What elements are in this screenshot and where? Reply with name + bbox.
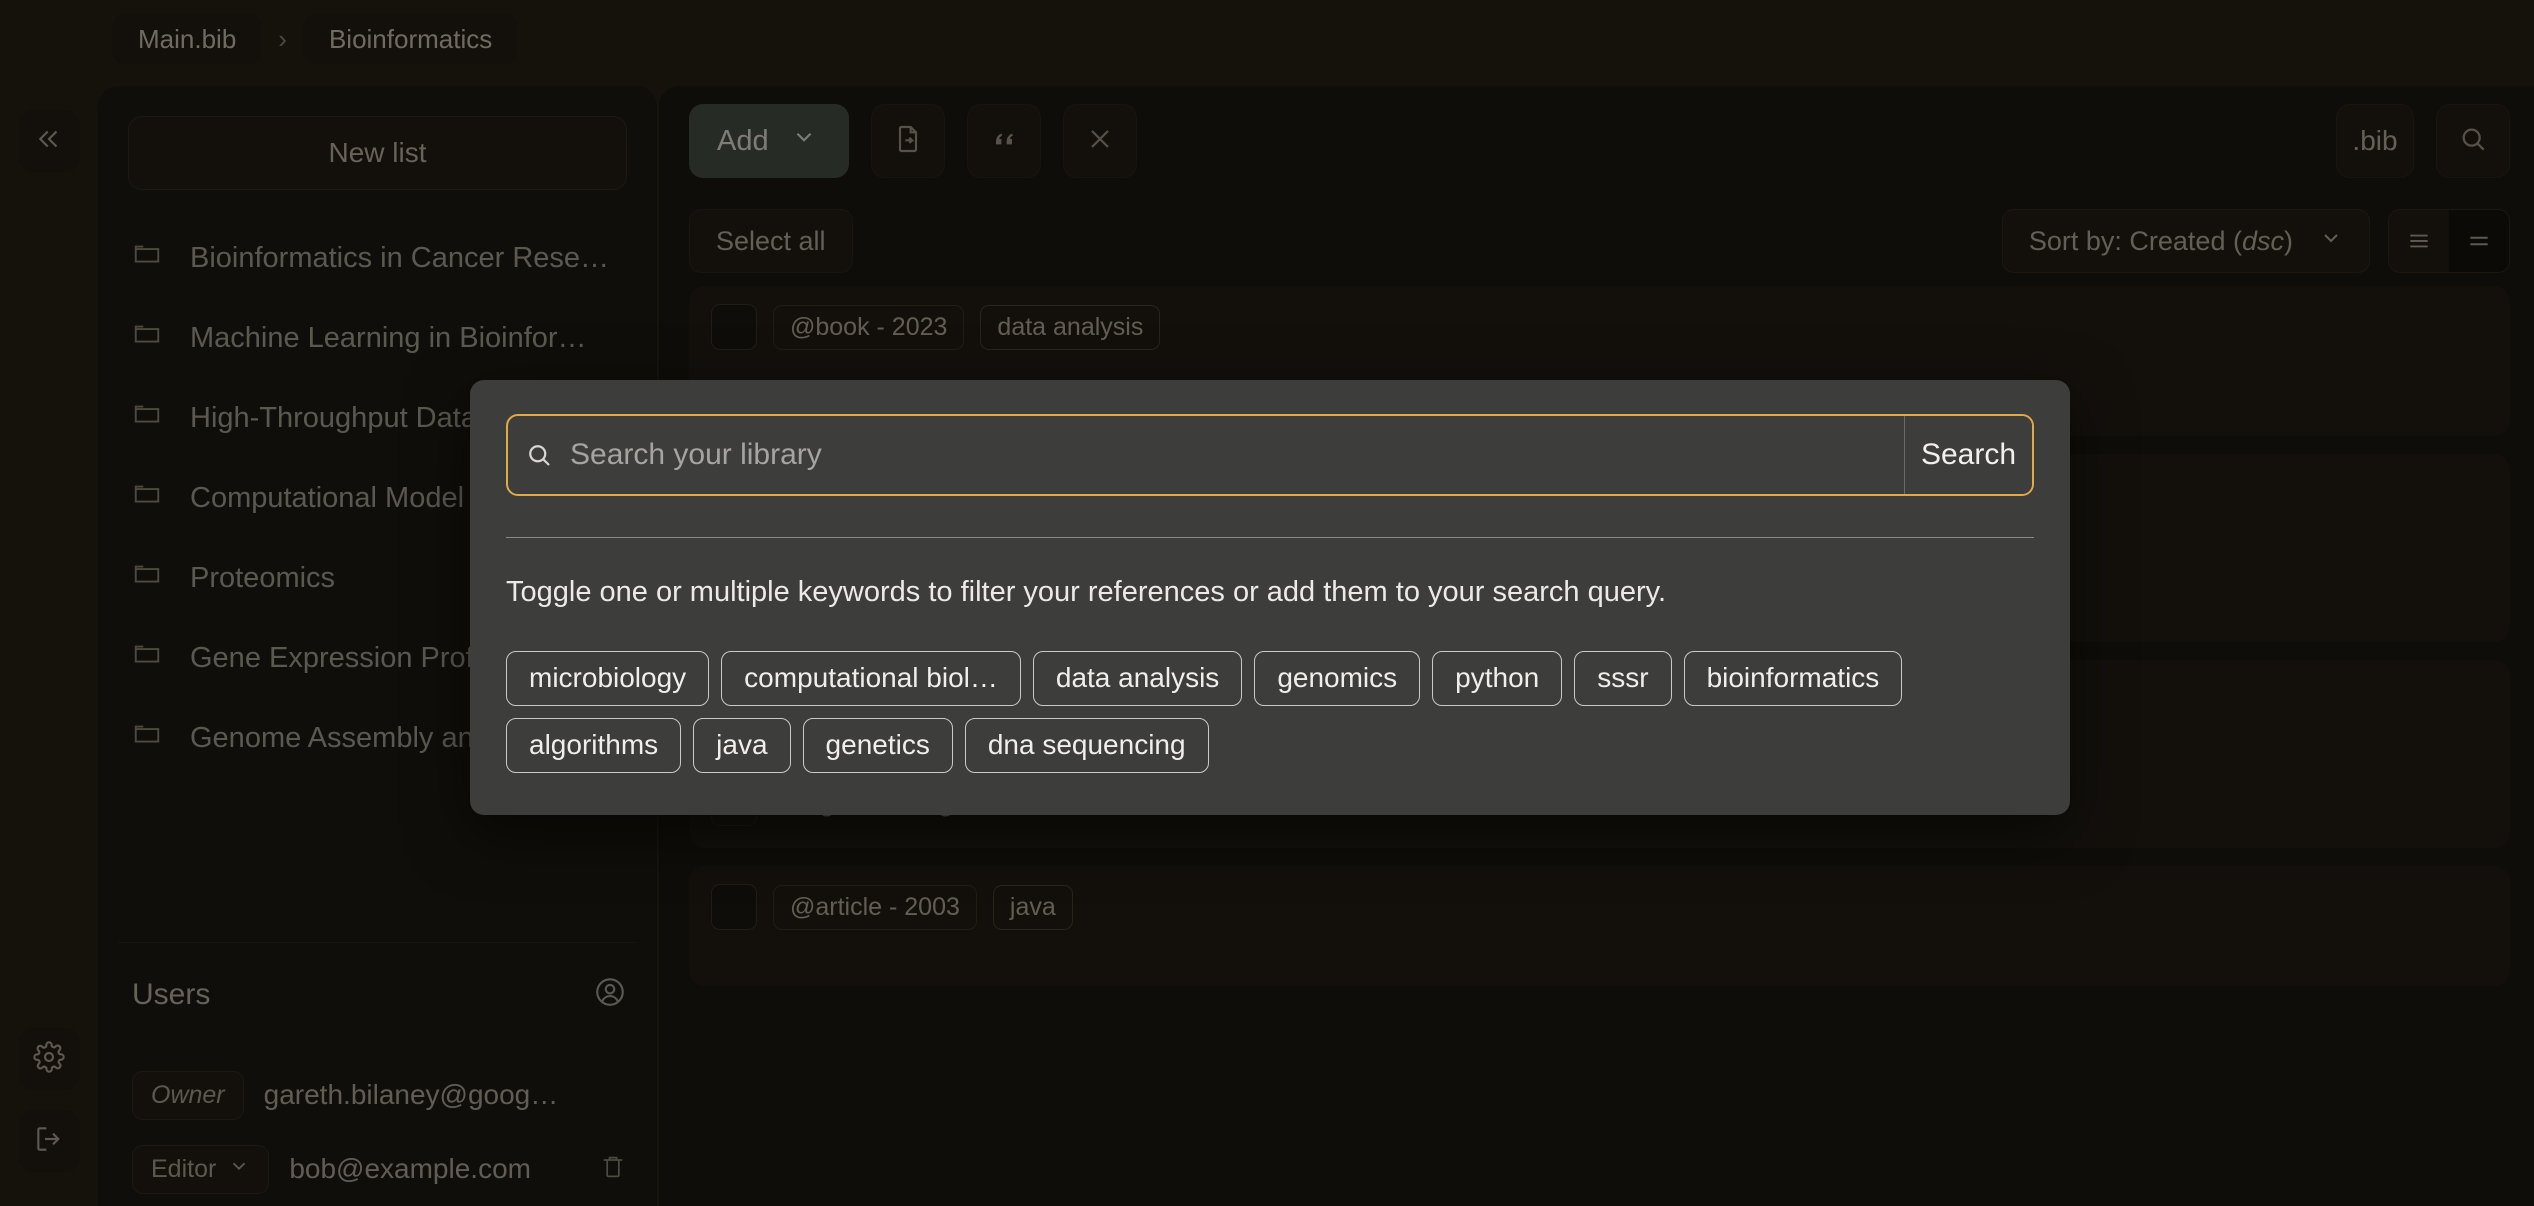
main-toolbar: Add bbox=[659, 86, 2534, 196]
close-icon bbox=[1084, 123, 1116, 160]
user-email: bob@example.com bbox=[289, 1153, 579, 1185]
search-library-modal: Search Toggle one or multiple keywords t… bbox=[470, 380, 2070, 815]
reference-keyword-tag[interactable]: java bbox=[993, 885, 1073, 930]
keyword-chip-list: microbiology computational biol… data an… bbox=[506, 651, 2034, 773]
reference-keyword-tag[interactable]: data analysis bbox=[980, 305, 1160, 350]
user-row: Owner gareth.bilaney@goog… bbox=[132, 1058, 627, 1132]
keyword-chip-algorithms[interactable]: algorithms bbox=[506, 718, 681, 773]
sidebar-item-label: High-Throughput Data bbox=[190, 402, 477, 435]
search-bar: Search bbox=[506, 414, 2034, 496]
file-export-icon bbox=[892, 123, 924, 160]
quote-icon bbox=[988, 123, 1020, 160]
sidebar-item-bioinformatics-in-cancer-research[interactable]: Bioinformatics in Cancer Rese… bbox=[98, 218, 657, 298]
chevron-down-icon bbox=[2319, 226, 2343, 257]
folder-icon bbox=[132, 639, 162, 677]
keyword-chip-dna-sequencing[interactable]: dna sequencing bbox=[965, 718, 1209, 773]
reference-meta-row: @article - 2003 java bbox=[711, 884, 2488, 930]
keyword-chip-bioinformatics[interactable]: bioinformatics bbox=[1684, 651, 1903, 706]
sidebar-item-machine-learning-in-bioinformatics[interactable]: Machine Learning in Bioinfor… bbox=[98, 298, 657, 378]
new-list-button[interactable]: New list bbox=[128, 116, 627, 190]
sidebar-item-label: Machine Learning in Bioinfor… bbox=[190, 322, 587, 355]
logout-icon bbox=[33, 1123, 65, 1160]
chevron-down-icon bbox=[228, 1155, 250, 1184]
keyword-chip-microbiology[interactable]: microbiology bbox=[506, 651, 709, 706]
user-email: gareth.bilaney@goog… bbox=[264, 1079, 627, 1111]
breadcrumb: Main.bib › Bioinformatics bbox=[112, 8, 518, 70]
keyword-chip-sssr[interactable]: sssr bbox=[1574, 651, 1671, 706]
add-button-label: Add bbox=[717, 125, 769, 158]
chevron-right-icon: › bbox=[276, 24, 289, 55]
sidebar-item-label: Gene Expression Prof bbox=[190, 642, 474, 675]
role-label: Editor bbox=[151, 1155, 216, 1184]
folder-icon bbox=[132, 719, 162, 757]
users-section: Users Owner gareth.bilaney@goog… bbox=[98, 943, 657, 1206]
view-mode-toggle bbox=[2388, 209, 2510, 273]
app-root: Main.bib › Bioinformatics bbox=[0, 0, 2534, 1206]
add-button[interactable]: Add bbox=[689, 104, 849, 178]
chevron-down-icon bbox=[791, 124, 817, 158]
folder-icon bbox=[132, 559, 162, 597]
export-button[interactable] bbox=[871, 104, 945, 178]
users-header: Users bbox=[132, 975, 627, 1014]
role-select-editor[interactable]: Editor bbox=[132, 1145, 269, 1194]
reference-meta-row: @book - 2023 data analysis bbox=[711, 304, 2488, 350]
role-label: Owner bbox=[151, 1081, 225, 1110]
reference-checkbox[interactable] bbox=[711, 304, 757, 350]
logout-button[interactable] bbox=[18, 1110, 80, 1172]
keyword-chip-data-analysis[interactable]: data analysis bbox=[1033, 651, 1242, 706]
role-badge-owner: Owner bbox=[132, 1071, 244, 1120]
breadcrumb-item-main-bib[interactable]: Main.bib bbox=[112, 14, 262, 64]
keyword-chip-computational-biology[interactable]: computational biol… bbox=[721, 651, 1021, 706]
folder-icon bbox=[132, 319, 162, 357]
settings-button[interactable] bbox=[18, 1028, 80, 1090]
close-button[interactable] bbox=[1063, 104, 1137, 178]
sidebar-item-label: Genome Assembly an bbox=[190, 722, 474, 755]
search-icon bbox=[2457, 123, 2489, 160]
add-user-icon[interactable] bbox=[593, 975, 627, 1014]
reference-checkbox[interactable] bbox=[711, 884, 757, 930]
bib-export-button[interactable]: .bib bbox=[2336, 104, 2414, 178]
chevrons-left-icon bbox=[34, 124, 64, 159]
modal-divider bbox=[506, 537, 2034, 538]
folder-icon bbox=[132, 399, 162, 437]
view-mode-compact-button[interactable] bbox=[2449, 210, 2509, 272]
collapse-sidebar-button[interactable] bbox=[18, 110, 80, 172]
keyword-chip-genetics[interactable]: genetics bbox=[803, 718, 953, 773]
search-input[interactable] bbox=[570, 416, 1904, 494]
select-all-button[interactable]: Select all bbox=[689, 209, 853, 273]
search-icon bbox=[508, 416, 570, 494]
users-title: Users bbox=[132, 978, 210, 1012]
list-controls-bar: Select all Sort by: Created (dsc) bbox=[659, 196, 2534, 286]
keyword-chip-java[interactable]: java bbox=[693, 718, 790, 773]
breadcrumb-item-bioinformatics[interactable]: Bioinformatics bbox=[303, 14, 518, 64]
cite-button[interactable] bbox=[967, 104, 1041, 178]
keyword-chip-genomics[interactable]: genomics bbox=[1254, 651, 1420, 706]
sort-by-select[interactable]: Sort by: Created (dsc) bbox=[2002, 209, 2370, 273]
table-row[interactable]: @article - 2003 java bbox=[689, 866, 2510, 986]
sidebar-item-label: Bioinformatics in Cancer Rese… bbox=[190, 242, 609, 275]
view-mode-comfortable-button[interactable] bbox=[2389, 210, 2449, 272]
reference-type-tag: @article - 2003 bbox=[773, 885, 977, 930]
reference-type-tag: @book - 2023 bbox=[773, 305, 964, 350]
folder-icon bbox=[132, 479, 162, 517]
folder-icon bbox=[132, 239, 162, 277]
keyword-chip-python[interactable]: python bbox=[1432, 651, 1562, 706]
delete-user-icon[interactable] bbox=[599, 1153, 627, 1186]
sidebar-item-label: Proteomics bbox=[190, 562, 335, 595]
sort-label: Sort by: Created (dsc) bbox=[2029, 226, 2293, 257]
modal-hint-text: Toggle one or multiple keywords to filte… bbox=[506, 576, 2034, 609]
search-submit-button[interactable]: Search bbox=[1904, 416, 2032, 494]
gear-icon bbox=[33, 1041, 65, 1078]
search-button[interactable] bbox=[2436, 104, 2510, 178]
user-row: Editor bob@example.com bbox=[132, 1132, 627, 1206]
sidebar-item-label: Computational Model bbox=[190, 482, 464, 515]
